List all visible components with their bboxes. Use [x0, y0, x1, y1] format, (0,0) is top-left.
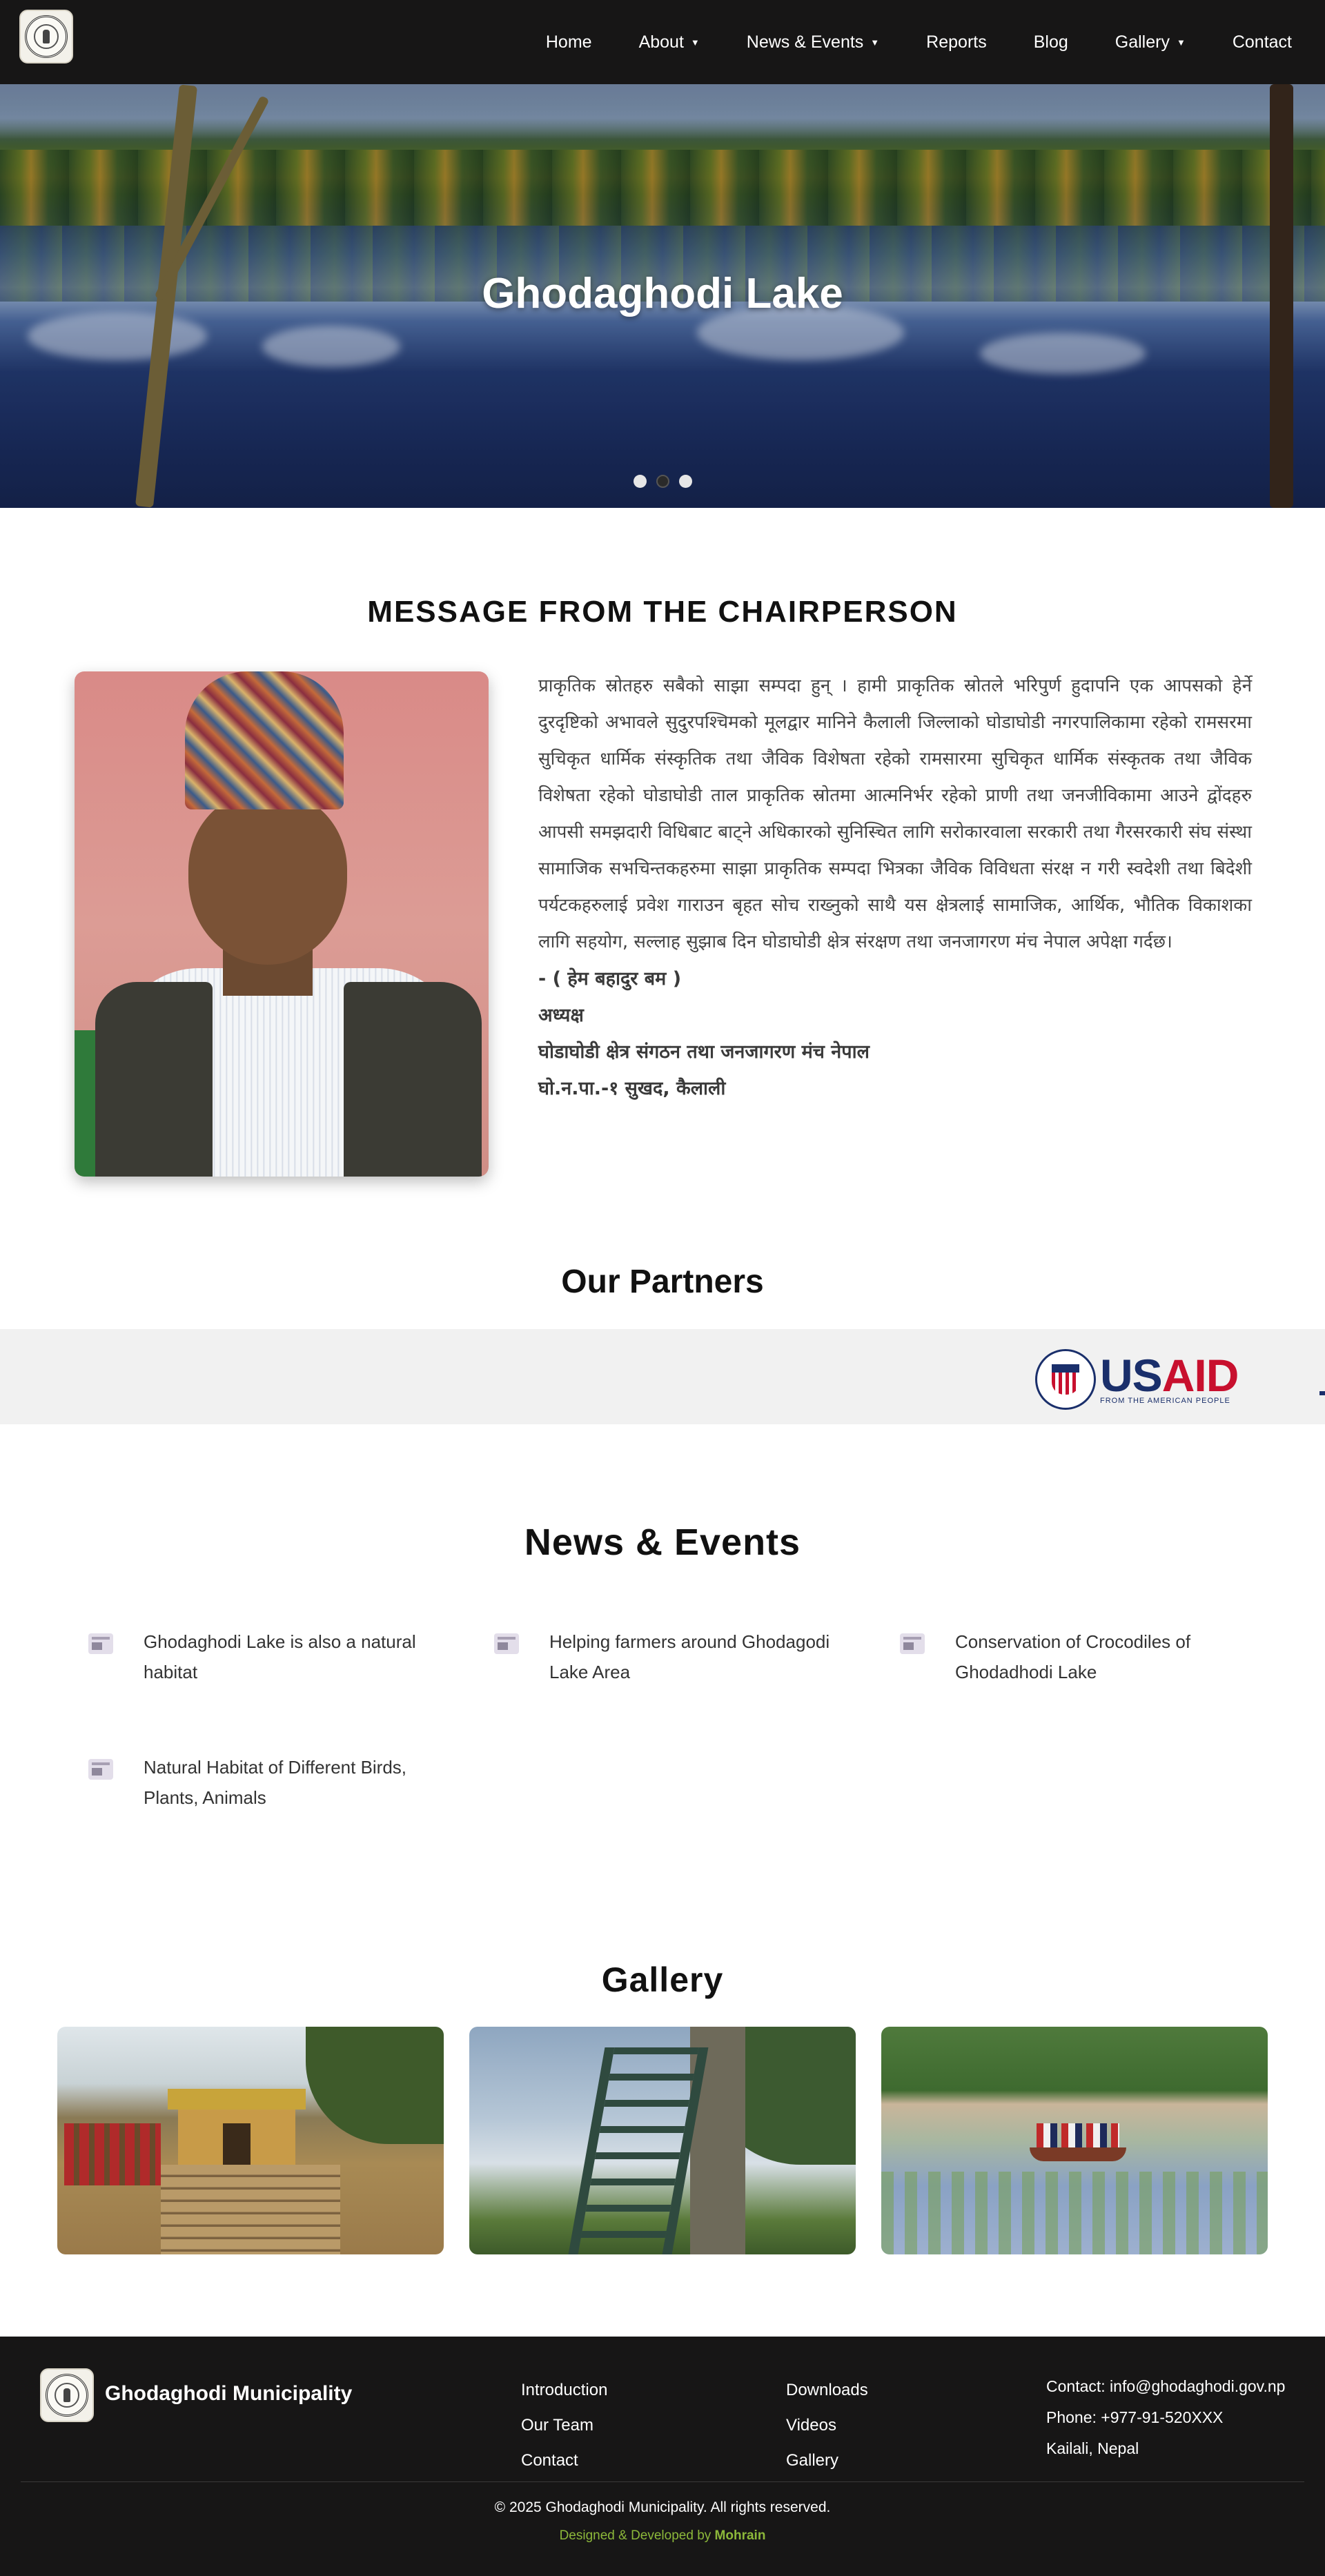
footer-brand-name: Ghodaghodi Municipality [105, 2382, 353, 2405]
municipality-seal-icon [25, 15, 68, 58]
footer-credit: Designed & Developed by Mohrain [0, 2528, 1325, 2544]
nav-contact-label: Contact [1232, 32, 1292, 52]
municipality-seal-icon [46, 2374, 88, 2417]
footer-developer-link[interactable]: Mohrain [715, 2528, 766, 2543]
chairperson-heading: MESSAGE FROM THE CHAIRPERSON [367, 595, 958, 629]
news-item-title[interactable]: Ghodaghodi Lake is also a natural habita… [144, 1626, 433, 1687]
footer-address: Kailali, Nepal [1046, 2439, 1139, 2457]
news-item-title[interactable]: Conservation of Crocodiles of Ghodadhodi… [955, 1626, 1245, 1687]
footer-links-col-2: Downloads Videos Gallery [786, 2372, 868, 2478]
footer-link-videos[interactable]: Videos [786, 2408, 868, 2443]
news-item-title[interactable]: Natural Habitat of Different Birds, Plan… [144, 1752, 433, 1813]
footer-link-gallery[interactable]: Gallery [786, 2443, 868, 2478]
caret-down-icon: ▼ [1176, 37, 1186, 48]
signature-name: - ( हेम बहादुर बम ) [538, 968, 682, 990]
news-item[interactable]: Conservation of Crocodiles of Ghodadhodi… [900, 1626, 1245, 1687]
site-footer: Ghodaghodi Municipality Introduction Our… [0, 2337, 1325, 2576]
slider-dot-3[interactable] [678, 475, 692, 488]
nav-blog[interactable]: Blog [1034, 32, 1068, 52]
nav-home[interactable]: Home [546, 32, 592, 52]
news-article-icon [494, 1633, 519, 1654]
gallery-image-tower[interactable] [469, 2027, 856, 2254]
nav-gallery-label: Gallery [1115, 32, 1170, 52]
nav-about[interactable]: About ▼ [639, 32, 700, 52]
nav-reports[interactable]: Reports [926, 32, 987, 52]
usaid-us-text: US [1100, 1350, 1163, 1401]
news-item-title[interactable]: Helping farmers around Ghodagodi Lake Ar… [549, 1626, 839, 1687]
news-item[interactable]: Ghodaghodi Lake is also a natural habita… [88, 1626, 433, 1687]
nav-about-label: About [638, 32, 684, 52]
nav-contact[interactable]: Contact [1233, 32, 1292, 52]
nav-gallery[interactable]: Gallery ▼ [1115, 32, 1186, 52]
footer-phone: Phone: +977-91-520XXX [1046, 2408, 1224, 2426]
nav-news-events-label: News & Events [746, 32, 864, 52]
nav-news-events[interactable]: News & Events ▼ [747, 32, 879, 52]
top-navbar: Home About ▼ News & Events ▼ Reports Blog … [0, 0, 1325, 84]
main-menu: Home About ▼ News & Events ▼ Reports Blog … [522, 0, 1325, 84]
slider-dots [0, 475, 1325, 488]
nav-home-label: Home [545, 32, 592, 52]
usaid-tagline: FROM THE AMERICAN PEOPLE [1100, 1397, 1230, 1405]
site-logo[interactable] [19, 10, 73, 63]
usaid-aid-text: AID [1161, 1350, 1239, 1401]
footer-link-downloads[interactable]: Downloads [786, 2372, 868, 2408]
partners-carousel: USAID FROM THE AMERICAN PEOPLE [0, 1329, 1325, 1424]
signature-address: घो.न.पा.-१ सुखद, कैलाली [538, 1078, 726, 1099]
footer-contact-info: Contact: info@ghodaghodi.gov.np Phone: +… [1046, 2371, 1285, 2464]
hero-title: Ghodaghodi Lake [482, 270, 843, 317]
signature-organization: घोडाघोडी क्षेत्र संगठन तथा जनजागरण मंच न… [538, 1041, 870, 1063]
usaid-seal-icon [1035, 1349, 1096, 1410]
caret-down-icon: ▼ [690, 37, 700, 48]
caret-down-icon: ▼ [870, 37, 880, 48]
footer-links-col-1: Introduction Our Team Contact [521, 2372, 607, 2478]
news-item[interactable]: Helping farmers around Ghodagodi Lake Ar… [494, 1626, 839, 1687]
news-article-icon [88, 1633, 113, 1654]
footer-logo[interactable] [40, 2368, 94, 2422]
footer-link-our-team[interactable]: Our Team [521, 2408, 607, 2443]
gallery-heading: Gallery [601, 1960, 724, 1999]
partners-heading: Our Partners [561, 1264, 764, 1300]
footer-divider [21, 2481, 1304, 2482]
news-article-icon [900, 1633, 925, 1654]
footer-email: Contact: info@ghodaghodi.gov.np [1046, 2377, 1286, 2395]
news-item[interactable]: Natural Habitat of Different Birds, Plan… [88, 1752, 433, 1813]
news-article-icon [88, 1759, 113, 1780]
message-paragraph: प्राकृतिक स्रोतहरु सबैको साझा सम्पदा हुन… [538, 676, 1252, 952]
signature-title: अध्यक्ष [538, 1005, 584, 1026]
nav-reports-label: Reports [926, 32, 987, 52]
nav-blog-label: Blog [1033, 32, 1068, 52]
footer-credit-prefix: Designed & Developed by [559, 2528, 715, 2543]
slider-dot-2[interactable] [656, 475, 669, 488]
slider-dot-1[interactable] [633, 475, 647, 488]
gallery-image-boat[interactable] [881, 2027, 1268, 2254]
footer-copyright: © 2025 Ghodaghodi Municipality. All righ… [494, 2499, 831, 2515]
chairperson-message: प्राकृतिक स्रोतहरु सबैको साझा सम्पदा हुन… [538, 668, 1252, 1107]
gallery-image-temple[interactable] [57, 2027, 444, 2254]
next-partner-logo-edge [1319, 1391, 1325, 1395]
usaid-logo[interactable]: USAID FROM THE AMERICAN PEOPLE [1035, 1346, 1263, 1413]
footer-link-contact[interactable]: Contact [521, 2443, 607, 2478]
news-heading: News & Events [524, 1522, 801, 1563]
hero-slider: Ghodaghodi Lake [0, 84, 1325, 508]
chairperson-photo [75, 671, 489, 1177]
footer-link-introduction[interactable]: Introduction [521, 2372, 607, 2408]
